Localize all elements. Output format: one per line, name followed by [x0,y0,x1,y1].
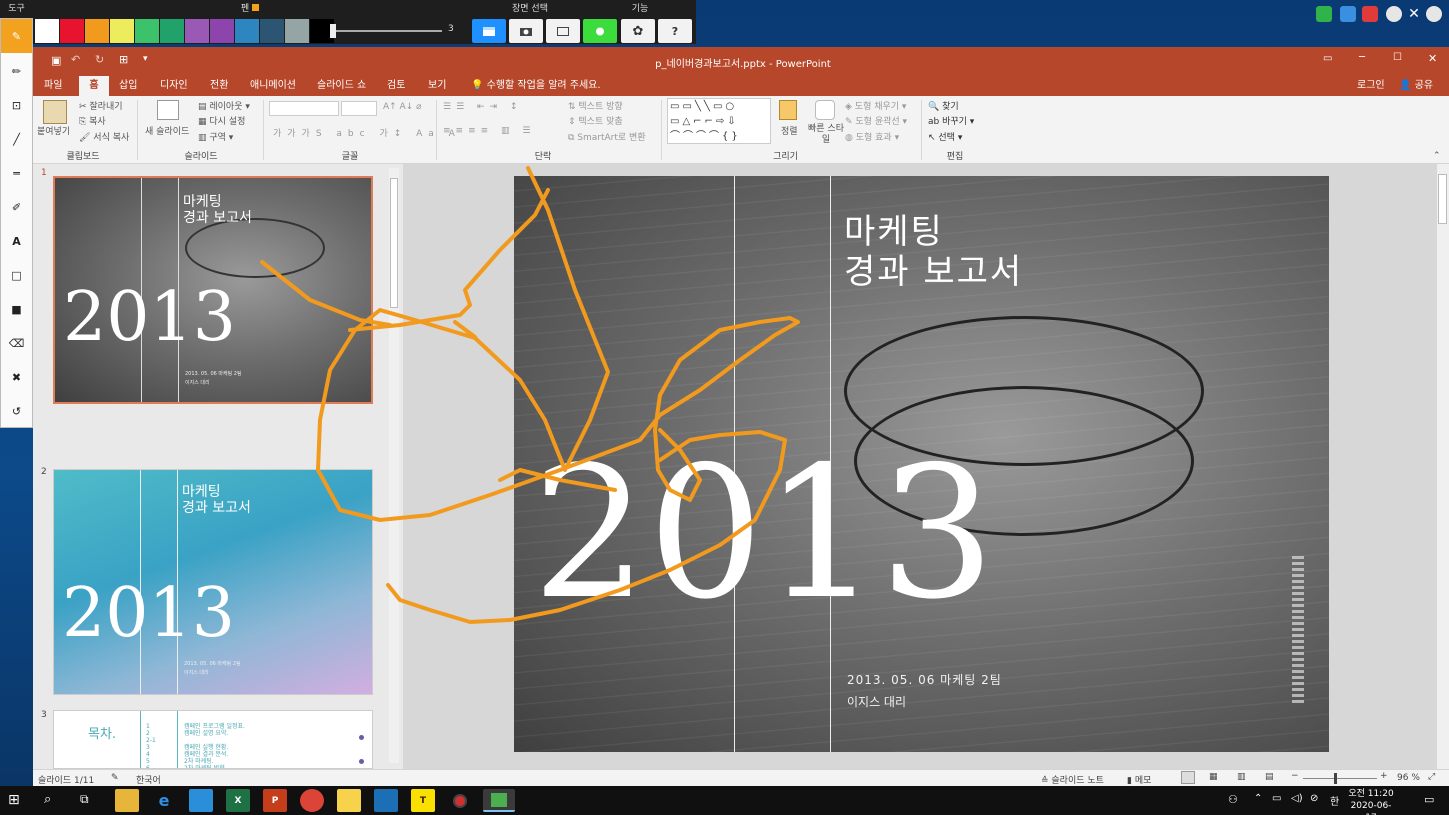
edge-icon[interactable]: e [152,789,176,812]
pen-annotation [260,166,800,624]
volume-icon[interactable]: ◁) [1291,793,1303,804]
clock[interactable]: 오전 11:202020-06-17 [1348,788,1394,815]
file-explorer-icon[interactable] [115,789,139,812]
excel-icon[interactable]: X [226,789,250,812]
tray-status-icon[interactable]: ⊘ [1310,793,1318,804]
taskbar: ⊞ ⌕ ⧉ e X P T ⚇ ⌃ ▭ ◁) ⊘ 한 오전 11:20 2020-… [0,786,1449,815]
notifications-icon[interactable]: ▭ [1424,793,1434,806]
store-icon[interactable] [189,789,213,812]
recorder-icon[interactable] [448,789,472,812]
tray-overflow-icon[interactable]: ⌃ [1254,793,1262,804]
powerpoint-icon[interactable]: P [263,789,287,812]
pen-app-icon[interactable] [483,789,515,812]
network-app-icon[interactable] [374,789,398,812]
start-windows-icon[interactable]: ⊞ [8,792,20,808]
search-icon[interactable]: ⌕ [44,792,51,807]
people-icon[interactable]: ⚇ [1228,793,1238,806]
ime-indicator[interactable]: 한 [1330,793,1339,808]
chrome-icon[interactable] [300,789,324,812]
task-view-icon[interactable]: ⧉ [80,792,89,807]
messenger-icon[interactable] [337,789,361,812]
kakaotalk-icon[interactable]: T [411,789,435,812]
network-icon[interactable]: ▭ [1272,793,1281,804]
